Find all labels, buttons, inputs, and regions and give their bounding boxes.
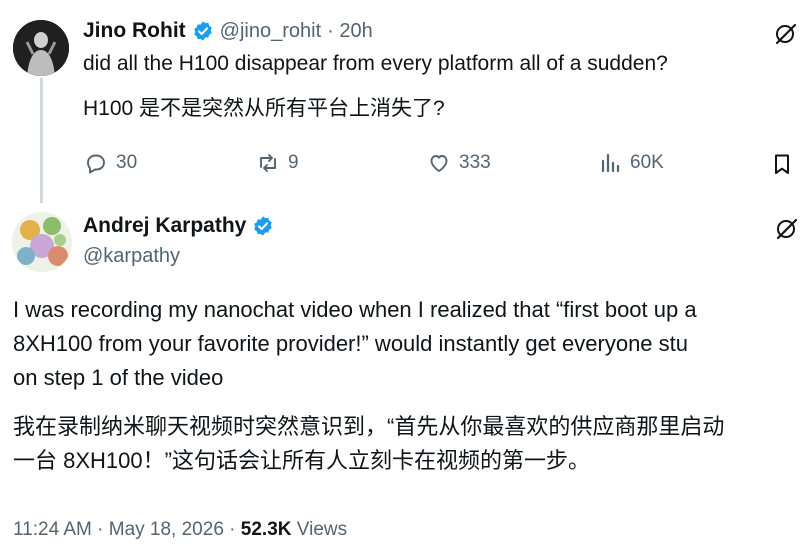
- views-icon: [601, 153, 620, 173]
- views-total: 52.3K: [240, 519, 292, 540]
- main-text-zh: 我在录制纳米聊天视频时突然意识到，“首先从你最喜欢的供应商那里启动 一台 8XH…: [13, 410, 805, 478]
- avatar-karpathy[interactable]: [12, 212, 72, 272]
- reply-text-en: did all the H100 disappear from every pl…: [83, 52, 668, 75]
- thread-connector: [40, 78, 43, 203]
- main-handle[interactable]: @karpathy: [83, 245, 180, 268]
- reply-author-name[interactable]: Jino Rohit: [83, 19, 186, 43]
- repost-icon: [260, 154, 276, 172]
- verified-badge-icon: [254, 216, 273, 236]
- reply-time[interactable]: · 20h: [327, 20, 373, 43]
- reply-header: Jino Rohit @jino_rohit · 20h: [83, 19, 373, 43]
- avatar-jino[interactable]: [13, 20, 69, 76]
- reply-count: 30: [116, 152, 138, 173]
- grok-icon[interactable]: [775, 217, 799, 241]
- main-text-en: I was recording my nanochat video when I…: [13, 293, 805, 395]
- main-header: Andrej Karpathy: [83, 214, 274, 238]
- timestamp[interactable]: 11:24 AM · May 18, 2026 ·: [13, 519, 241, 540]
- main-text-en-line: I was recording my nanochat video when I…: [13, 297, 697, 322]
- main-text-en-line: on step 1 of the video: [13, 365, 224, 390]
- reply-text-zh: H100 是不是突然从所有平台上消失了?: [83, 97, 445, 120]
- views-button[interactable]: 60K: [598, 151, 664, 175]
- main-text-zh-line: 我在录制纳米聊天视频时突然意识到，“首先从你最喜欢的供应商那里启动: [13, 414, 725, 439]
- main-author-name[interactable]: Andrej Karpathy: [83, 214, 246, 238]
- reply-handle[interactable]: @jino_rohit: [220, 20, 321, 43]
- bookmark-icon[interactable]: [770, 152, 794, 176]
- views-label: Views: [291, 519, 348, 540]
- tweet-meta: 11:24 AM · May 18, 2026 · 52.3K Views: [13, 519, 347, 541]
- repost-button[interactable]: 9: [256, 151, 299, 175]
- reply-button[interactable]: 30: [84, 151, 137, 175]
- like-button[interactable]: 333: [427, 151, 491, 175]
- verified-badge-icon: [193, 21, 212, 41]
- repost-count: 9: [288, 152, 299, 173]
- like-icon: [430, 155, 448, 172]
- grok-icon[interactable]: [774, 22, 798, 46]
- reply-icon: [87, 154, 105, 174]
- like-count: 333: [459, 152, 491, 173]
- views-count: 60K: [630, 152, 664, 173]
- main-text-en-line: 8XH100 from your favorite provider!” wou…: [13, 331, 688, 356]
- main-text-zh-line: 一台 8XH100！”这句话会让所有人立刻卡在视频的第一步。: [13, 448, 590, 473]
